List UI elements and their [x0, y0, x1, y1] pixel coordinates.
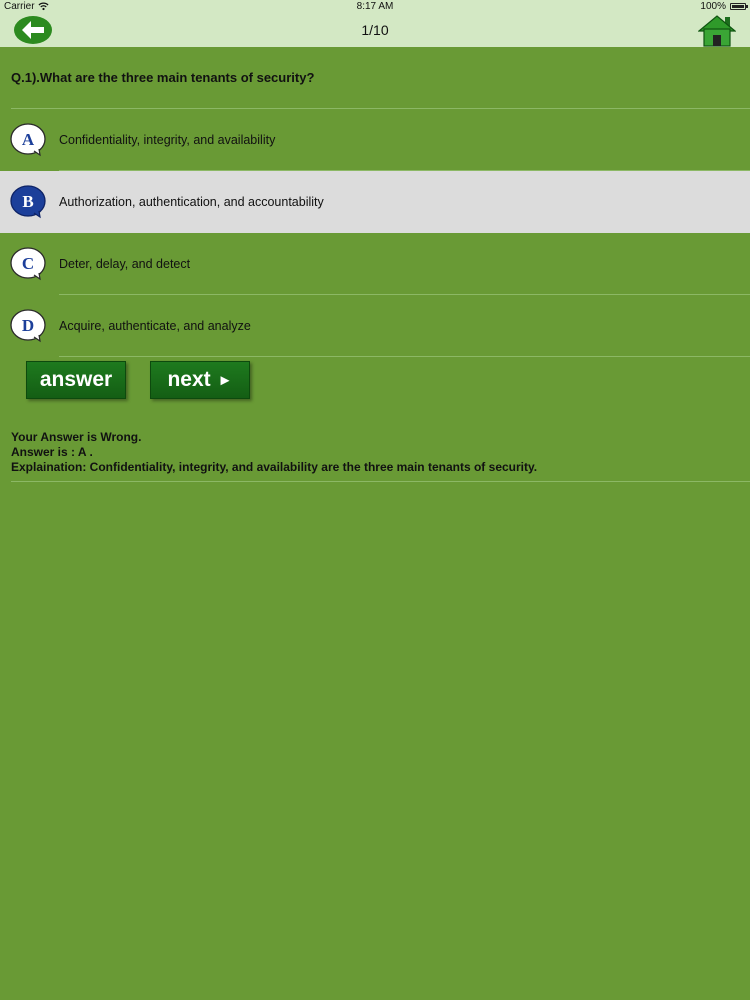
home-button[interactable] — [697, 15, 737, 47]
question-counter: 1/10 — [361, 22, 389, 38]
option-d-letter: D — [22, 316, 34, 335]
result-explanation: Explaination: Confidentiality, integrity… — [11, 460, 538, 474]
option-b-badge-icon: B — [10, 185, 46, 219]
option-c-badge-icon: C — [10, 247, 46, 281]
option-c-letter: C — [22, 254, 34, 273]
answer-button[interactable]: answer — [26, 361, 126, 399]
play-arrow-icon: ► — [217, 371, 233, 389]
option-b-letter: B — [22, 192, 33, 211]
option-a-badge-icon: A — [10, 123, 46, 157]
nav-bar: 1/10 — [0, 14, 750, 47]
result-panel: Your Answer is Wrong. Answer is : A . Ex… — [11, 430, 741, 475]
next-button[interactable]: next ► — [150, 361, 250, 399]
option-c[interactable]: C Deter, delay, and detect — [0, 233, 750, 295]
option-a-text: Confidentiality, integrity, and availabi… — [59, 133, 276, 147]
answer-button-label: answer — [39, 368, 113, 391]
divider — [59, 356, 750, 357]
option-c-text: Deter, delay, and detect — [59, 257, 191, 271]
option-b-text: Authorization, authentication, and accou… — [59, 195, 324, 209]
status-bar: Carrier 8:17 AM 100% — [0, 0, 750, 14]
clock: 8:17 AM — [356, 1, 394, 12]
result-status: Your Answer is Wrong. — [11, 430, 142, 444]
next-button-label: next — [167, 368, 211, 391]
divider — [11, 481, 750, 482]
battery-icon — [730, 3, 748, 10]
option-d-badge-icon: D — [10, 309, 46, 343]
result-answer: Answer is : A . — [11, 445, 93, 459]
option-d[interactable]: D Acquire, authenticate, and analyze — [0, 295, 750, 357]
home-icon — [697, 15, 737, 47]
option-a[interactable]: A Confidentiality, integrity, and availa… — [0, 109, 750, 171]
option-b[interactable]: B Authorization, authentication, and acc… — [0, 171, 750, 233]
option-d-text: Acquire, authenticate, and analyze — [59, 319, 251, 333]
option-a-letter: A — [22, 130, 35, 149]
question-text: Q.1).What are the three main tenants of … — [11, 70, 315, 85]
battery-percent: 100% — [700, 1, 726, 12]
